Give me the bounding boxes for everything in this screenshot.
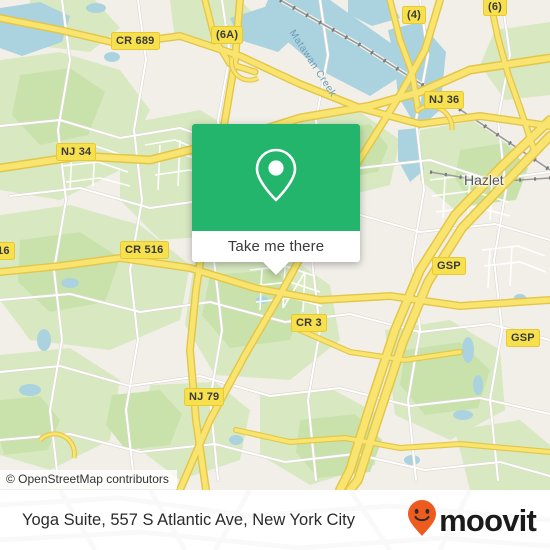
moovit-logo[interactable]: moovit [407, 490, 537, 550]
moovit-wordmark: moovit [439, 502, 537, 538]
location-popup-card[interactable]: Take me there [192, 124, 360, 275]
popup-cta-label: Take me there [227, 238, 325, 255]
road-shield-cr-516[interactable]: CR 516 [120, 241, 169, 259]
road-shield-6[interactable]: (6) [483, 0, 508, 16]
road-shield-6a[interactable]: (6A) [211, 26, 244, 44]
popup-cta[interactable]: Take me there [192, 231, 360, 262]
road-shield-nj-79[interactable]: NJ 79 [184, 388, 225, 406]
moovit-pin-smiley-icon [407, 499, 437, 542]
road-shield-nj-34[interactable]: NJ 34 [56, 143, 97, 161]
popup-header [192, 124, 360, 231]
location-title: Yoga Suite, 557 S Atlantic Ave, New York… [22, 510, 355, 529]
location-pin-icon [252, 146, 300, 209]
map-screenshot: Matawan Creek Hazlet CR 689 (6A) (4) (6)… [0, 0, 550, 550]
road-shield-nj-36[interactable]: NJ 36 [424, 91, 465, 109]
map-canvas[interactable]: Matawan Creek Hazlet CR 689 (6A) (4) (6)… [0, 0, 550, 490]
road-shield-cr-689[interactable]: CR 689 [111, 32, 160, 50]
bottom-info-bar: Yoga Suite, 557 S Atlantic Ave, New York… [0, 490, 550, 550]
road-shield-cr-516-west[interactable]: 16 [0, 242, 15, 260]
road-shield-gsp-south[interactable]: GSP [506, 329, 540, 347]
place-label-hazlet: Hazlet [464, 172, 504, 188]
road-shield-cr-3[interactable]: CR 3 [291, 314, 327, 332]
osm-attribution[interactable]: © OpenStreetMap contributors [0, 470, 177, 489]
road-shield-gsp-north[interactable]: GSP [432, 257, 466, 275]
road-shield-4[interactable]: (4) [402, 6, 427, 24]
popup-tail-pointer [263, 262, 289, 275]
